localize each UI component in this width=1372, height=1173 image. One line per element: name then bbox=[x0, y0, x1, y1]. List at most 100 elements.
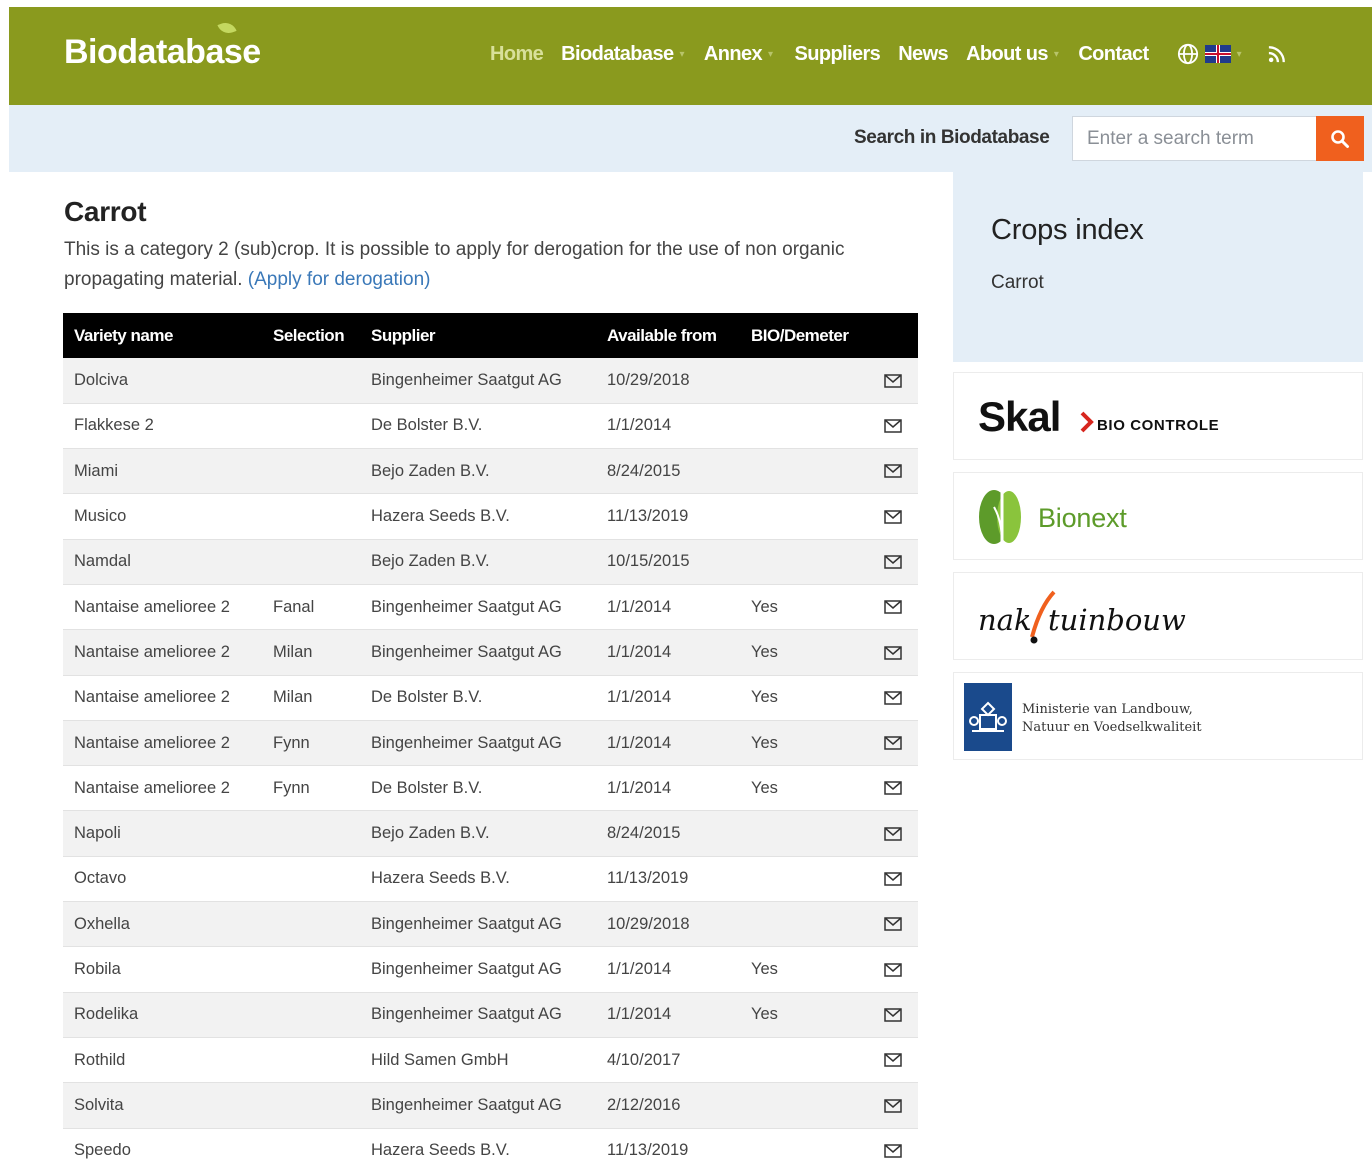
cell-supplier: Hazera Seeds B.V. bbox=[360, 856, 596, 903]
table-row[interactable]: Flakkese 2 De Bolster B.V. 1/1/2014 bbox=[63, 403, 918, 450]
cell-available-from: 4/10/2017 bbox=[596, 1037, 740, 1084]
table-row[interactable]: Rodelika Bingenheimer Saatgut AG 1/1/2014 Y… bbox=[63, 992, 918, 1038]
cell-available-from: 1/1/2014 bbox=[596, 675, 740, 721]
nav-suppliers[interactable]: Suppliers bbox=[794, 43, 880, 66]
cell-supplier: Hazera Seeds B.V. bbox=[360, 493, 596, 540]
col-selection[interactable]: Selection bbox=[262, 313, 360, 358]
cell-selection bbox=[262, 403, 360, 450]
table-row[interactable]: Nantaise amelioree 2 Fynn Bingenheimer Saa… bbox=[63, 720, 918, 767]
leaf-icon bbox=[979, 490, 1021, 544]
cell-variety-name: Nantaise amelioree 2 bbox=[63, 675, 262, 721]
table-row[interactable]: Napoli Bejo Zaden B.V. 8/24/2015 bbox=[63, 810, 918, 857]
contact-supplier-button[interactable] bbox=[868, 358, 918, 404]
table-row[interactable]: Nantaise amelioree 2 Fynn De Bolster B.V. 1… bbox=[63, 765, 918, 812]
cell-supplier: De Bolster B.V. bbox=[360, 675, 596, 721]
crops-index-item[interactable]: Carrot bbox=[991, 272, 1044, 294]
contact-supplier-button[interactable] bbox=[868, 946, 918, 993]
cell-variety-name: Solvita bbox=[63, 1082, 262, 1129]
table-row[interactable]: Musico Hazera Seeds B.V. 11/13/2019 bbox=[63, 493, 918, 540]
site-logo[interactable]: Biodatabase bbox=[64, 33, 261, 72]
mail-icon bbox=[884, 600, 902, 615]
contact-supplier-button[interactable] bbox=[868, 584, 918, 631]
skal-logo[interactable]: Skal BIO CONTROLE bbox=[953, 372, 1363, 460]
table-row[interactable]: Oxhella Bingenheimer Saatgut AG 10/29/2018 bbox=[63, 901, 918, 948]
top-navbar: Biodatabase Home Biodatabase ▾ Annex ▾ S… bbox=[9, 7, 1372, 105]
cell-available-from: 8/24/2015 bbox=[596, 448, 740, 495]
table-row[interactable]: Robila Bingenheimer Saatgut AG 1/1/2014 Yes bbox=[63, 946, 918, 993]
rss-icon bbox=[1268, 46, 1285, 63]
nav-annex[interactable]: Annex ▾ bbox=[704, 43, 773, 66]
cell-bio-demeter bbox=[740, 493, 868, 540]
table-row[interactable]: Nantaise amelioree 2 Milan De Bolster B.V.… bbox=[63, 675, 918, 721]
nav-home[interactable]: Home bbox=[490, 43, 544, 66]
cell-variety-name: Speedo bbox=[63, 1128, 262, 1173]
search-button[interactable] bbox=[1316, 116, 1364, 161]
nav-news[interactable]: News bbox=[898, 43, 948, 66]
cell-selection bbox=[262, 358, 360, 404]
language-selector[interactable]: ▾ bbox=[1177, 43, 1242, 65]
nav-about-us[interactable]: About us ▾ bbox=[966, 43, 1059, 66]
mail-icon bbox=[884, 464, 902, 479]
table-row[interactable]: Dolciva Bingenheimer Saatgut AG 10/29/2018 bbox=[63, 358, 918, 404]
cell-selection: Milan bbox=[262, 675, 360, 721]
table-row[interactable]: Nantaise amelioree 2 Milan Bingenheimer Sa… bbox=[63, 629, 918, 676]
chevron-down-icon: ▾ bbox=[1053, 48, 1059, 60]
mail-icon bbox=[884, 1098, 902, 1113]
contact-supplier-button[interactable] bbox=[868, 1037, 918, 1084]
table-row[interactable]: Solvita Bingenheimer Saatgut AG 2/12/2016 bbox=[63, 1082, 918, 1129]
contact-supplier-button[interactable] bbox=[868, 539, 918, 585]
contact-supplier-button[interactable] bbox=[868, 901, 918, 948]
contact-supplier-button[interactable] bbox=[868, 992, 918, 1038]
table-row[interactable]: Nantaise amelioree 2 Fanal Bingenheimer Sa… bbox=[63, 584, 918, 631]
cell-variety-name: Octavo bbox=[63, 856, 262, 903]
table-row[interactable]: Miami Bejo Zaden B.V. 8/24/2015 bbox=[63, 448, 918, 495]
cell-variety-name: Robila bbox=[63, 946, 262, 993]
ministerie-logo[interactable]: Ministerie van Landbouw, Natuur en Voeds… bbox=[953, 672, 1363, 760]
col-supplier[interactable]: Supplier bbox=[360, 313, 596, 358]
naktuinbouw-logo[interactable]: nak tuinbouw bbox=[953, 572, 1363, 660]
contact-supplier-button[interactable] bbox=[868, 1128, 918, 1173]
cell-variety-name: Namdal bbox=[63, 539, 262, 585]
cell-available-from: 2/12/2016 bbox=[596, 1082, 740, 1129]
nav-contact[interactable]: Contact bbox=[1078, 43, 1149, 66]
cell-supplier: Bingenheimer Saatgut AG bbox=[360, 992, 596, 1038]
table-row[interactable]: Speedo Hazera Seeds B.V. 11/13/2019 bbox=[63, 1128, 918, 1173]
contact-supplier-button[interactable] bbox=[868, 720, 918, 767]
contact-supplier-button[interactable] bbox=[868, 493, 918, 540]
crop-description: This is a category 2 (sub)crop. It is po… bbox=[64, 235, 914, 295]
cell-variety-name: Nantaise amelioree 2 bbox=[63, 629, 262, 676]
cell-supplier: Bejo Zaden B.V. bbox=[360, 539, 596, 585]
cell-bio-demeter bbox=[740, 1082, 868, 1129]
col-variety-name[interactable]: Variety name bbox=[63, 313, 262, 358]
cell-available-from: 10/15/2015 bbox=[596, 539, 740, 585]
contact-supplier-button[interactable] bbox=[868, 856, 918, 903]
cell-supplier: Hild Samen GmbH bbox=[360, 1037, 596, 1084]
bionext-logo[interactable]: Bionext bbox=[953, 472, 1363, 560]
contact-supplier-button[interactable] bbox=[868, 675, 918, 721]
table-row[interactable]: Rothild Hild Samen GmbH 4/10/2017 bbox=[63, 1037, 918, 1084]
cell-variety-name: Rodelika bbox=[63, 992, 262, 1038]
cell-supplier: Bingenheimer Saatgut AG bbox=[360, 946, 596, 993]
nav-biodatabase[interactable]: Biodatabase ▾ bbox=[561, 43, 684, 66]
contact-supplier-button[interactable] bbox=[868, 629, 918, 676]
contact-supplier-button[interactable] bbox=[868, 1082, 918, 1129]
crops-index-panel: Crops index Carrot bbox=[953, 172, 1363, 362]
col-bio-demeter[interactable]: BIO/Demeter bbox=[740, 313, 868, 358]
contact-supplier-button[interactable] bbox=[868, 448, 918, 495]
rss-link[interactable] bbox=[1268, 45, 1286, 63]
contact-supplier-button[interactable] bbox=[868, 765, 918, 812]
search-input[interactable] bbox=[1072, 116, 1317, 161]
cell-selection bbox=[262, 901, 360, 948]
table-row[interactable]: Octavo Hazera Seeds B.V. 11/13/2019 bbox=[63, 856, 918, 903]
col-available-from[interactable]: Available from bbox=[596, 313, 740, 358]
contact-supplier-button[interactable] bbox=[868, 810, 918, 857]
cell-selection: Fanal bbox=[262, 584, 360, 631]
cell-supplier: Bingenheimer Saatgut AG bbox=[360, 358, 596, 404]
cell-supplier: Bingenheimer Saatgut AG bbox=[360, 1082, 596, 1129]
contact-supplier-button[interactable] bbox=[868, 403, 918, 450]
table-row[interactable]: Namdal Bejo Zaden B.V. 10/15/2015 bbox=[63, 539, 918, 585]
globe-icon bbox=[1177, 43, 1198, 65]
cell-bio-demeter bbox=[740, 358, 868, 404]
cell-supplier: Bingenheimer Saatgut AG bbox=[360, 629, 596, 676]
apply-derogation-link[interactable]: (Apply for derogation) bbox=[248, 269, 431, 290]
